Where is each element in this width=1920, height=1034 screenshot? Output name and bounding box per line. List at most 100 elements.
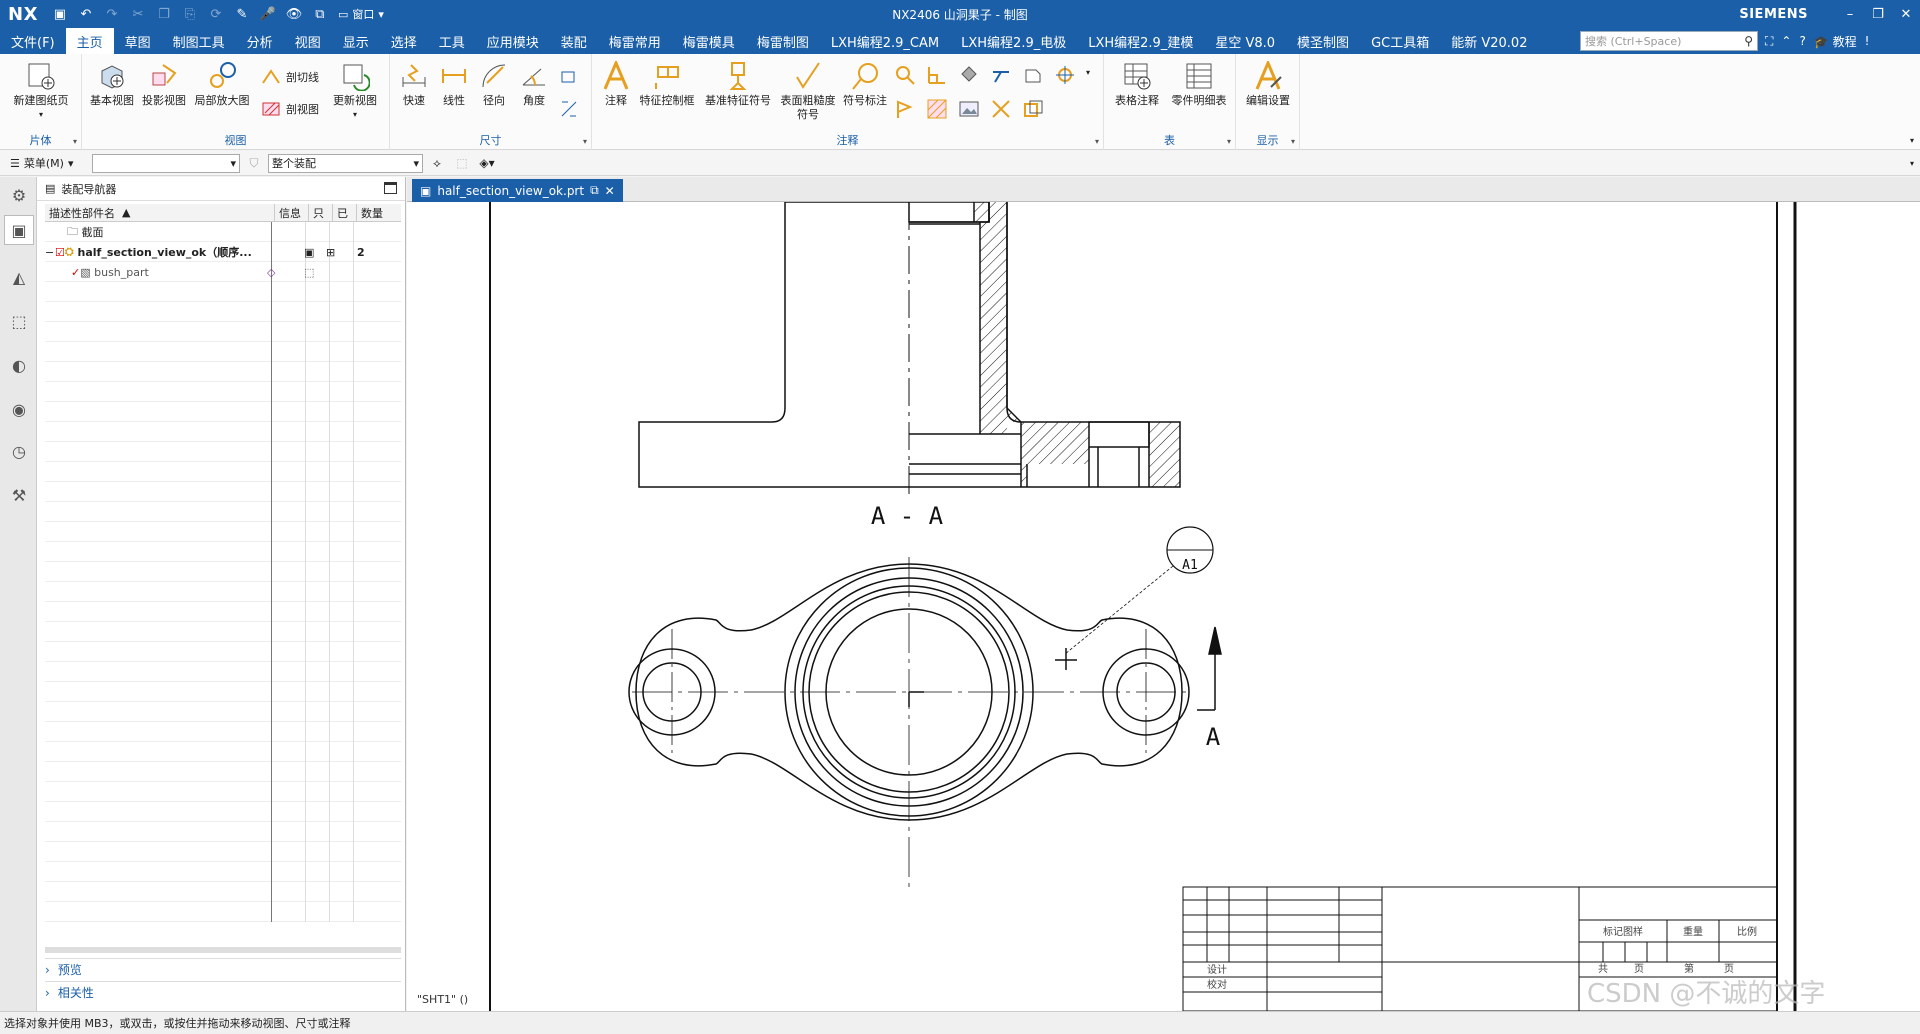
close-tab-icon[interactable]: ✕ [605, 184, 615, 198]
section-line-button[interactable]: 剖切线 [260, 66, 319, 88]
group-expand-icon[interactable]: ▾ [1095, 137, 1099, 146]
menu-tab[interactable]: 梅雷模具 [672, 28, 746, 54]
paste-icon[interactable]: ⎘ [182, 6, 198, 22]
chamfer-dimension-icon[interactable] [558, 98, 580, 120]
magnifier-icon[interactable] [894, 64, 916, 86]
column-header-info[interactable]: 信息 [275, 204, 309, 221]
ribbon-collapse-icon[interactable]: ▾ [1910, 136, 1914, 145]
menu-tab[interactable]: 工具 [428, 28, 476, 54]
parts-list-button[interactable]: 零件明细表 [1168, 60, 1230, 108]
flag-icon[interactable] [894, 98, 916, 120]
horizontal-scrollbar[interactable] [45, 947, 401, 953]
tutorial-button[interactable]: 🎓 教程 [1814, 33, 1857, 50]
document-tab[interactable]: ▣ half_section_view_ok.prt ⧉ ✕ [412, 179, 623, 202]
section-view-button[interactable]: 剖视图 [260, 98, 319, 120]
menu-tab[interactable]: 梅雷制图 [746, 28, 820, 54]
constraint-navigator-icon[interactable]: ◭ [7, 265, 31, 289]
microphone-icon[interactable]: 🎤 [260, 6, 276, 22]
surface-finish-button[interactable]: 表面粗糙度符号 [778, 60, 838, 122]
close-button[interactable]: ✕ [1892, 0, 1920, 28]
undo-icon[interactable]: ↶ [78, 6, 94, 22]
column-header-readonly[interactable]: 只 [309, 204, 333, 221]
group-expand-icon[interactable]: ▾ [73, 137, 77, 146]
fill-icon[interactable] [958, 64, 980, 86]
alert-icon[interactable]: ! [1865, 34, 1870, 48]
angle-dimension-button[interactable]: 角度 [516, 60, 552, 108]
group-expand-icon[interactable]: ▾ [583, 137, 587, 146]
tree-row-sections[interactable]: 🗀 截面 [45, 222, 401, 242]
pop-out-icon[interactable]: ⧉ [590, 183, 599, 198]
info-icon[interactable]: ◇ [267, 266, 275, 279]
collapse-icon[interactable]: − [45, 246, 55, 259]
hatch-icon[interactable] [926, 98, 948, 120]
menu-tab[interactable]: GC工具箱 [1360, 28, 1440, 54]
menu-tab[interactable]: 视图 [284, 28, 332, 54]
image-icon[interactable] [958, 98, 980, 120]
menu-tab[interactable]: 能新 V20.02 [1440, 28, 1538, 54]
radial-dimension-button[interactable]: 径向 [476, 60, 512, 108]
menu-tab[interactable]: 文件(F) [0, 28, 66, 54]
snap-icon[interactable]: ⟡ [423, 156, 451, 171]
menu-tab[interactable]: LXH编程2.9_建模 [1077, 28, 1204, 54]
edit-settings-button[interactable]: 编辑设置 [1240, 60, 1296, 108]
checkbox-checked-icon[interactable]: ☑ [55, 246, 65, 259]
web-browser-icon[interactable]: ◉ [7, 397, 31, 421]
cut-icon[interactable]: ✂ [130, 6, 146, 22]
dependencies-section[interactable]: › 相关性 [45, 981, 401, 1003]
chevron-up-icon[interactable]: ⌃ [1781, 34, 1791, 48]
minimize-button[interactable]: – [1836, 0, 1864, 28]
menu-tab[interactable]: LXH编程2.9_电极 [950, 28, 1077, 54]
section-arrow-letter[interactable]: A [1206, 723, 1221, 751]
menu-tab[interactable]: 制图工具 [162, 28, 236, 54]
redo-icon[interactable]: ↷ [104, 6, 120, 22]
column-header-quantity[interactable]: 数量 [357, 204, 401, 221]
new-sheet-button[interactable]: 新建图纸页 ▾ [8, 60, 74, 122]
column-header-modified[interactable]: 已 [333, 204, 357, 221]
filter-icon[interactable]: ⛉ [240, 156, 268, 171]
menu-tab[interactable]: 星空 V8.0 [1204, 28, 1286, 54]
datum-symbol-button[interactable]: 基准特征符号 [702, 60, 774, 108]
id-balloon[interactable]: A1 [1055, 526, 1214, 670]
menu-tab[interactable]: 分析 [236, 28, 284, 54]
history-icon[interactable]: ◷ [7, 439, 31, 463]
preview-section[interactable]: › 预览 [45, 958, 401, 980]
command-search-input[interactable]: 搜索 (Ctrl+Space) ⚲ [1580, 31, 1758, 51]
ordinate-dimension-icon[interactable] [558, 66, 580, 88]
id-symbol-button[interactable]: 符号标注 [840, 60, 890, 108]
group-expand-icon[interactable]: ▾ [1227, 137, 1231, 146]
menu-tab[interactable]: LXH编程2.9_CAM [820, 28, 950, 54]
weld-icon[interactable] [990, 64, 1012, 86]
save-icon[interactable]: ▣ [52, 6, 68, 22]
tree-row-assembly[interactable]: − ☑ ⛭ half_section_view_ok（顺序... ▣ ⊞ 2 [45, 242, 401, 262]
select-all-icon[interactable]: ⬚ [451, 156, 473, 170]
group-expand-icon[interactable]: ▾ [1291, 137, 1295, 146]
restore-button[interactable]: ❐ [1864, 0, 1892, 28]
window-menu[interactable]: ▭ 窗口 ▾ [338, 6, 384, 22]
window-switch-icon[interactable]: ⧉ [312, 6, 328, 22]
update-view-button[interactable]: 更新视图 ▾ [328, 60, 382, 122]
scope-select[interactable]: 整个装配 ▾ [268, 153, 423, 173]
menu-tab[interactable]: 装配 [550, 28, 598, 54]
rapid-dimension-button[interactable]: 快速 [396, 60, 432, 108]
cross-icon[interactable] [990, 98, 1012, 120]
detail-view-button[interactable]: 局部放大图 [192, 60, 252, 108]
menu-tab[interactable]: 选择 [380, 28, 428, 54]
copy-icon[interactable]: ❐ [156, 6, 172, 22]
linear-dimension-button[interactable]: 线性 [436, 60, 472, 108]
maximize-icon[interactable] [384, 182, 397, 194]
reuse-library-icon[interactable]: ◐ [7, 353, 31, 377]
section-cut-arrow[interactable] [1197, 626, 1222, 711]
projected-view-button[interactable]: 投影视图 [140, 60, 188, 108]
settings-icon[interactable]: ⚙ [7, 183, 31, 207]
part-navigator-icon[interactable]: ⬚ [7, 309, 31, 333]
hide-icon[interactable]: 👁 [286, 6, 303, 22]
roles-icon[interactable]: ⚒ [7, 483, 31, 507]
menu-tab[interactable]: 应用模块 [476, 28, 550, 54]
menu-tab[interactable]: 梅雷常用 [598, 28, 672, 54]
drawing-canvas[interactable]: A - A A A1 标记图样 重量 比例 共 页 第 页 设计 校对 "SHT… [407, 201, 1920, 1012]
drawing-sheet[interactable]: A - A A A1 标记图样 重量 比例 共 页 第 页 设计 校对 "SHT… [407, 201, 1920, 1012]
menu-button[interactable]: ☰ 菜单(M) ▾ [0, 155, 92, 171]
type-filter-select[interactable]: ▾ [92, 153, 240, 173]
tabular-note-button[interactable]: 表格注释 [1108, 60, 1166, 108]
assembly-navigator-icon[interactable]: ▣ [4, 215, 34, 245]
